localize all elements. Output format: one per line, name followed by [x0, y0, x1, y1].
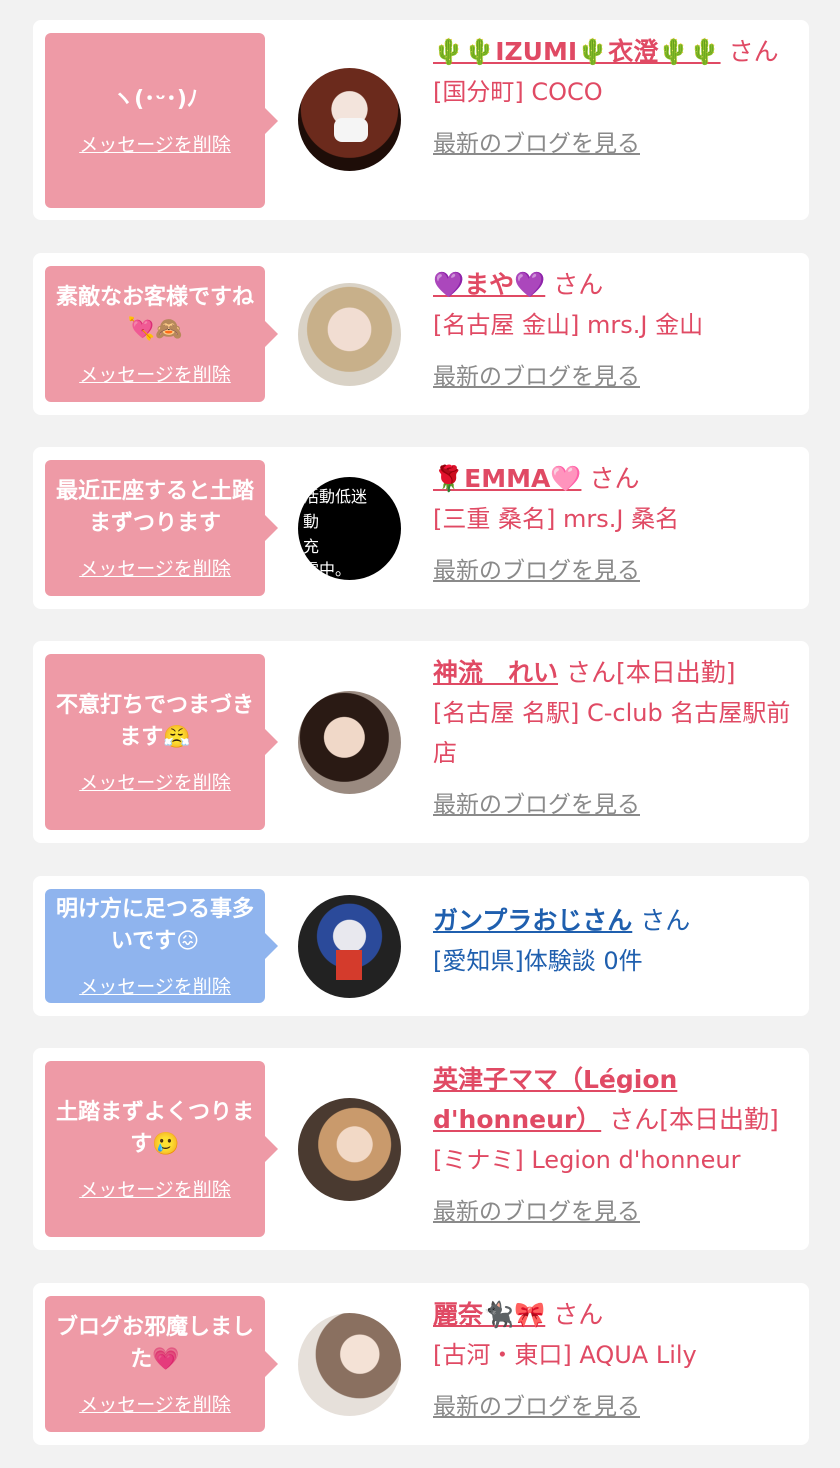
message-bubble: ヽ(･ᵕ･)ﾉ メッセージを削除: [45, 33, 278, 208]
avatar[interactable]: [298, 68, 401, 171]
honorific: さん[本日出勤]: [566, 658, 736, 687]
profile-name-link[interactable]: ガンプラおじさん: [433, 906, 632, 935]
honorific: さん: [640, 906, 691, 935]
name-line: 英津子ママ（Légion d'honneur） さん[本日出勤]: [433, 1060, 793, 1140]
avatar-photo: [334, 118, 368, 142]
message-text: 素敵なお客様ですね💘🙈: [55, 284, 254, 342]
profile-info: 麗奈🐈‍⬛🎀 さん [古河・東口] AQUA Lily 最新のブログを見る: [433, 1295, 793, 1421]
svg-text:電中。: 電中。: [303, 560, 351, 579]
list-item: 不意打ちでつまづきます😤 メッセージを削除 神流 れい さん[本日出勤] [名古屋…: [33, 641, 809, 843]
list-item: 最近正座すると土踏まずつります メッセージを削除 活動低迷 動 充 電中。 🌹E…: [33, 447, 809, 609]
latest-blog-link[interactable]: 最新のブログを見る: [433, 124, 640, 158]
name-line: 🌵🌵IZUMI🌵衣澄🌵🌵 さん: [433, 32, 793, 72]
message-text: 最近正座すると土踏まずつります: [55, 478, 254, 536]
delete-message-link[interactable]: メッセージを削除: [79, 1390, 231, 1417]
avatar[interactable]: [298, 1313, 401, 1416]
latest-blog-link[interactable]: 最新のブログを見る: [433, 551, 640, 585]
avatar-photo: [298, 691, 401, 794]
message-text: ブログお邪魔しました💗: [55, 1314, 254, 1372]
delete-message-link[interactable]: メッセージを削除: [79, 360, 231, 387]
svg-text:充: 充: [303, 537, 319, 556]
delete-message-link[interactable]: メッセージを削除: [79, 130, 231, 157]
profile-info: ガンプラおじさん さん [愛知県]体験談 0件: [433, 901, 793, 981]
avatar[interactable]: [298, 1098, 401, 1201]
message-bubble: 最近正座すると土踏まずつります メッセージを削除: [45, 460, 278, 596]
avatar[interactable]: [298, 895, 401, 998]
list-item: ブログお邪魔しました💗 メッセージを削除 麗奈🐈‍⬛🎀 さん [古河・東口] AQ…: [33, 1283, 809, 1445]
list-item: 明け方に足つる事多いです😖 メッセージを削除 ガンプラおじさん さん [愛知県]体…: [33, 876, 809, 1016]
avatar-photo: [336, 950, 362, 980]
message-text: ヽ(･ᵕ･)ﾉ: [112, 87, 198, 112]
list-item: ヽ(･ᵕ･)ﾉ メッセージを削除 🌵🌵IZUMI🌵衣澄🌵🌵 さん [国分町] CO…: [33, 20, 809, 220]
honorific: さん: [553, 1300, 604, 1329]
delete-message-link[interactable]: メッセージを削除: [79, 554, 231, 581]
shop-label: [愛知県]体験談 0件: [433, 947, 643, 975]
message-text: 土踏まずよくつります🥲: [55, 1099, 254, 1157]
profile-name-link[interactable]: 神流 れい: [433, 658, 558, 687]
shop-label: [ミナミ] Legion d'honneur: [433, 1146, 741, 1174]
profile-name-link[interactable]: 🌹EMMA🩷: [433, 464, 581, 493]
profile-info: 💜まや💜 さん [名古屋 金山] mrs.J 金山 最新のブログを見る: [433, 265, 793, 391]
profile-name-link[interactable]: 💜まや💜: [433, 270, 545, 299]
avatar[interactable]: [298, 691, 401, 794]
name-line: 麗奈🐈‍⬛🎀 さん: [433, 1295, 793, 1335]
profile-info: 🌵🌵IZUMI🌵衣澄🌵🌵 さん [国分町] COCO 最新のブログを見る: [433, 32, 793, 158]
avatar[interactable]: 活動低迷 動 充 電中。: [298, 477, 401, 580]
svg-text:活動低迷: 活動低迷: [303, 487, 367, 506]
delete-message-link[interactable]: メッセージを削除: [79, 972, 231, 999]
svg-text:動: 動: [303, 512, 319, 531]
shop-label: [三重 桑名] mrs.J 桑名: [433, 505, 680, 533]
list-item: 土踏まずよくつります🥲 メッセージを削除 英津子ママ（Légion d'honn…: [33, 1048, 809, 1250]
message-bubble: 素敵なお客様ですね💘🙈 メッセージを削除: [45, 266, 278, 402]
avatar-photo: [298, 1313, 401, 1416]
shop-label: [国分町] COCO: [433, 78, 603, 106]
name-line: 神流 れい さん[本日出勤]: [433, 653, 793, 693]
delete-message-link[interactable]: メッセージを削除: [79, 1175, 231, 1202]
latest-blog-link[interactable]: 最新のブログを見る: [433, 785, 640, 819]
avatar[interactable]: [298, 283, 401, 386]
honorific: さん: [728, 37, 779, 66]
avatar-photo: [298, 283, 401, 386]
profile-info: 神流 れい さん[本日出勤] [名古屋 名駅] C-club 名古屋駅前店 最新の…: [433, 653, 793, 819]
message-bubble: ブログお邪魔しました💗 メッセージを削除: [45, 1296, 278, 1432]
message-list: ヽ(･ᵕ･)ﾉ メッセージを削除 🌵🌵IZUMI🌵衣澄🌵🌵 さん [国分町] CO…: [0, 0, 840, 1468]
shop-label: [名古屋 金山] mrs.J 金山: [433, 311, 704, 339]
message-bubble: 不意打ちでつまづきます😤 メッセージを削除: [45, 654, 278, 830]
delete-message-link[interactable]: メッセージを削除: [79, 768, 231, 795]
latest-blog-link[interactable]: 最新のブログを見る: [433, 357, 640, 391]
message-bubble: 土踏まずよくつります🥲 メッセージを削除: [45, 1061, 278, 1237]
profile-name-link[interactable]: 🌵🌵IZUMI🌵衣澄🌵🌵: [433, 37, 721, 66]
honorific: さん[本日出勤]: [609, 1105, 779, 1134]
name-line: 💜まや💜 さん: [433, 265, 793, 305]
list-item: 素敵なお客様ですね💘🙈 メッセージを削除 💜まや💜 さん [名古屋 金山] mrs…: [33, 253, 809, 415]
profile-name-link[interactable]: 麗奈🐈‍⬛🎀: [433, 1300, 545, 1329]
profile-info: 🌹EMMA🩷 さん [三重 桑名] mrs.J 桑名 最新のブログを見る: [433, 459, 793, 585]
name-line: 🌹EMMA🩷 さん: [433, 459, 793, 499]
shop-label: [名古屋 名駅] C-club 名古屋駅前店: [433, 699, 791, 767]
avatar-photo: [298, 1098, 401, 1201]
avatar-photo: 活動低迷 動 充 電中。: [303, 487, 367, 579]
message-text: 不意打ちでつまづきます😤: [55, 692, 254, 750]
honorific: さん: [553, 270, 604, 299]
profile-info: 英津子ママ（Légion d'honneur） さん[本日出勤] [ミナミ] Le…: [433, 1060, 793, 1226]
message-text: 明け方に足つる事多いです😖: [55, 896, 254, 954]
latest-blog-link[interactable]: 最新のブログを見る: [433, 1387, 640, 1421]
message-bubble: 明け方に足つる事多いです😖 メッセージを削除: [45, 889, 278, 1003]
honorific: さん: [589, 464, 640, 493]
name-line: ガンプラおじさん さん: [433, 901, 793, 941]
latest-blog-link[interactable]: 最新のブログを見る: [433, 1192, 640, 1226]
shop-label: [古河・東口] AQUA Lily: [433, 1341, 697, 1369]
